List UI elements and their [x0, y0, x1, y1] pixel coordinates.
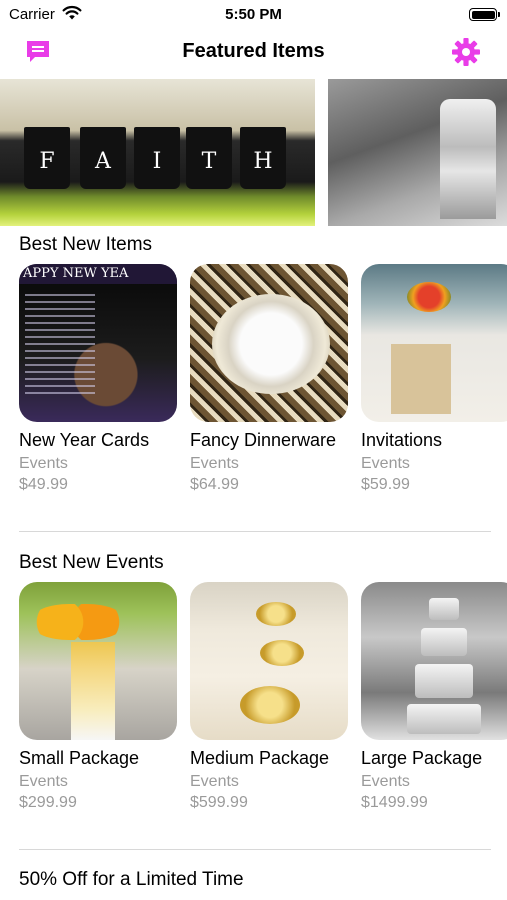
event-category: Events [361, 773, 410, 790]
item-name: Invitations [361, 430, 443, 450]
item-card-new-year-cards[interactable]: APPY NEW YEA New Year Cards Events $49.9… [19, 264, 179, 494]
event-name: Small Package [19, 748, 140, 768]
item-name: Fancy Dinnerware [190, 430, 337, 450]
event-category: Events [19, 773, 68, 790]
banner-slide-cake[interactable] [328, 79, 507, 226]
faith-cup: A [80, 127, 126, 189]
status-time: 5:50 PM [225, 6, 282, 23]
page-title: Featured Items [182, 40, 325, 62]
event-thumbnail [190, 582, 348, 740]
event-card-small-package[interactable]: Small Package Events $299.99 [19, 582, 179, 812]
event-thumbnail [19, 582, 177, 740]
section-title-promo: 50% Off for a Limited Time [19, 869, 244, 890]
item-category: Events [190, 455, 239, 472]
event-price: $299.99 [19, 794, 77, 811]
item-name: New Year Cards [19, 430, 150, 450]
faith-cup: I [134, 127, 180, 189]
navigation-bar: Featured Items [0, 30, 507, 76]
item-category: Events [361, 455, 410, 472]
item-category: Events [19, 455, 68, 472]
status-bar: Carrier 5:50 PM [0, 0, 507, 30]
event-category: Events [190, 773, 239, 790]
item-card-invitations[interactable]: Invitations Events $59.99 [361, 264, 507, 494]
event-card-large-package[interactable]: Large Package Events $1499.99 [361, 582, 507, 812]
item-thumbnail [190, 264, 348, 422]
cake-image [440, 99, 496, 219]
banner-slide-faith[interactable]: F A I T H [0, 79, 315, 226]
item-price: $59.99 [361, 476, 410, 493]
item-price: $49.99 [19, 476, 68, 493]
new-events-carousel[interactable]: Small Package Events $299.99 Medium Pack… [19, 582, 507, 822]
event-price: $1499.99 [361, 794, 428, 811]
section-title-new-items: Best New Items [19, 234, 153, 255]
section-divider [19, 849, 491, 850]
event-price: $599.99 [190, 794, 248, 811]
event-name: Medium Package [190, 748, 330, 768]
faith-cup: H [240, 127, 286, 189]
new-items-carousel[interactable]: APPY NEW YEA New Year Cards Events $49.9… [19, 264, 507, 504]
event-thumbnail [361, 582, 507, 740]
featured-banner-carousel[interactable]: F A I T H [0, 79, 507, 226]
event-name: Large Package [361, 748, 483, 768]
section-divider [19, 531, 491, 532]
item-price: $64.99 [190, 476, 239, 493]
item-thumbnail: APPY NEW YEA [19, 264, 177, 422]
battery-icon [469, 8, 500, 21]
faith-cup: T [186, 127, 232, 189]
section-title-new-events: Best New Events [19, 552, 164, 573]
faith-cup: F [24, 127, 70, 189]
event-card-medium-package[interactable]: Medium Package Events $599.99 [190, 582, 350, 812]
gear-icon[interactable] [451, 37, 481, 67]
item-card-fancy-dinnerware[interactable]: Fancy Dinnerware Events $64.99 [190, 264, 350, 494]
item-thumbnail [361, 264, 507, 422]
